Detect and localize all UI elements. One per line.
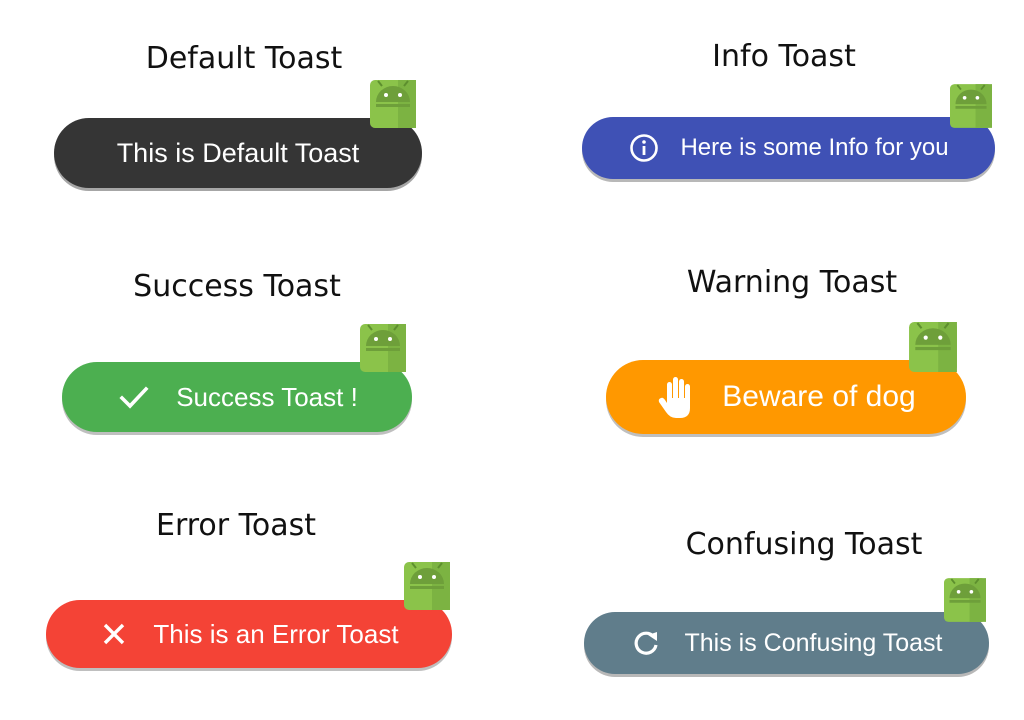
confusing-toast-body: This is Confusing Toast xyxy=(584,612,989,674)
default-toast-body: This is Default Toast xyxy=(54,118,422,188)
default-toast-text: This is Default Toast xyxy=(116,137,360,168)
hand-stop-icon xyxy=(656,375,700,419)
success-toast-body: Success Toast ! xyxy=(62,362,412,432)
confusing-toast-text: This is Confusing Toast xyxy=(684,628,943,657)
android-icon xyxy=(404,562,450,610)
warning-toast: Beware of dog xyxy=(606,322,968,436)
error-toast: This is an Error Toast xyxy=(46,562,456,670)
info-toast-body: Here is some Info for you xyxy=(582,117,995,179)
success-toast-text: Success Toast ! xyxy=(176,382,358,412)
checkmark-icon xyxy=(116,379,152,415)
warning-toast-text: Beware of dog xyxy=(722,380,916,413)
info-toast-text: Here is some Info for you xyxy=(680,134,949,161)
android-icon xyxy=(370,80,416,128)
info-icon xyxy=(628,132,660,164)
success-toast: Success Toast ! xyxy=(62,324,414,432)
android-icon xyxy=(908,322,958,372)
android-icon xyxy=(944,578,986,622)
caption-warning-toast: Warning Toast xyxy=(686,265,898,300)
android-icon xyxy=(360,324,406,372)
caption-info-toast: Info Toast xyxy=(712,39,856,74)
default-toast: This is Default Toast xyxy=(54,80,424,188)
error-toast-body: This is an Error Toast xyxy=(46,600,452,668)
error-toast-text: This is an Error Toast xyxy=(153,619,399,649)
caption-confusing-toast: Confusing Toast xyxy=(685,527,923,562)
android-icon xyxy=(950,84,992,128)
refresh-icon xyxy=(631,628,661,658)
caption-success-toast: Success Toast xyxy=(133,269,341,304)
close-icon xyxy=(99,619,129,649)
confusing-toast: This is Confusing Toast xyxy=(584,578,990,676)
caption-error-toast: Error Toast xyxy=(155,508,317,543)
caption-default-toast: Default Toast xyxy=(145,41,343,76)
info-toast: Here is some Info for you xyxy=(582,84,996,181)
